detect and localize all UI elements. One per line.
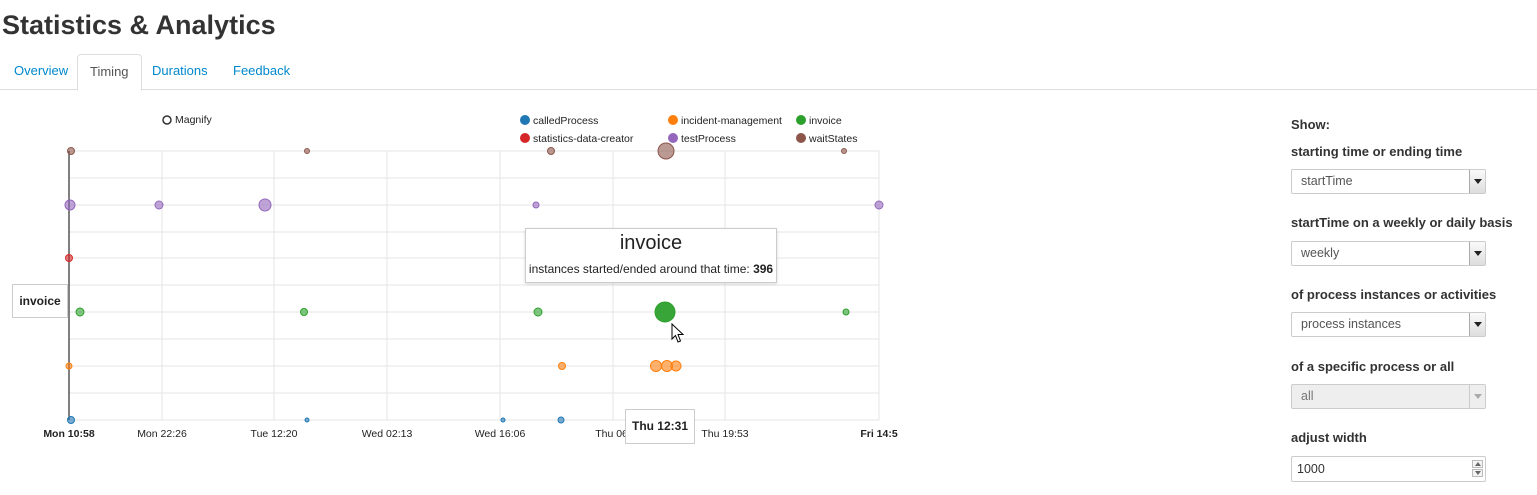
legend-label: calledProcess — [533, 115, 598, 127]
invoice-dot — [75, 307, 85, 317]
chevron-down-icon — [1469, 385, 1485, 408]
waitStates-dot — [657, 142, 675, 160]
calledProcess-dot — [67, 416, 75, 424]
legend-item-waitStates[interactable]: waitStates — [796, 133, 857, 145]
tooltip-count: 396 — [753, 262, 774, 276]
invoice-dot — [842, 308, 850, 316]
waitStates-dot — [67, 147, 75, 155]
mouse-pointer-icon — [671, 323, 685, 343]
tab-overview[interactable]: Overview — [2, 54, 80, 88]
invoice-dot — [654, 301, 676, 323]
width-input[interactable]: 1000 — [1291, 456, 1486, 482]
chevron-down-icon — [1469, 313, 1485, 336]
legend-item-incident-management[interactable]: incident-management — [668, 115, 782, 127]
increment-icon[interactable] — [1472, 460, 1483, 468]
legend-label: statistics-data-creator — [533, 133, 634, 145]
legend-item-invoice[interactable]: invoice — [796, 115, 842, 127]
legend-label: incident-management — [681, 115, 782, 127]
invoice-dot — [300, 308, 308, 316]
invoice-dot — [533, 307, 543, 317]
legend-label: waitStates — [808, 133, 857, 145]
statistics-data-creator-dot — [65, 254, 73, 262]
chart-dots — [64, 142, 884, 424]
x-tick-label: Fri 14:5 — [860, 428, 898, 440]
testProcess-dot — [532, 201, 540, 209]
testProcess-dot — [64, 199, 76, 211]
type-select-value: process instances — [1301, 317, 1402, 331]
x-axis-ticks: Mon 10:58 Mon 22:26 Tue 12:20 Wed 02:13 Wed … — [43, 428, 898, 440]
basis-select[interactable]: weekly — [1291, 241, 1486, 266]
timing-chart: Mon 10:58 Mon 22:26 Tue 12:20 Wed 02:13 Wed … — [43, 114, 898, 440]
tab-timing[interactable]: Timing — [77, 54, 142, 91]
chart-grid — [68, 150, 880, 421]
page-title: Statistics & Analytics — [2, 10, 276, 40]
type-select[interactable]: process instances — [1291, 312, 1486, 337]
chart-tooltip: invoice instances started/ended around t… — [525, 228, 777, 283]
waitStates-dot — [547, 147, 555, 155]
process-label: of a specific process or all — [1291, 359, 1455, 374]
controls-heading: Show: — [1291, 117, 1330, 132]
calledProcess-dot — [500, 417, 506, 423]
process-select-value: all — [1301, 389, 1314, 403]
legend-label: invoice — [809, 115, 842, 127]
tooltip-body: instances started/ended around that time… — [526, 262, 776, 276]
width-label: adjust width — [1291, 430, 1367, 445]
legend-swatch — [668, 133, 678, 143]
x-tick-label: Wed 16:06 — [475, 428, 526, 440]
time-select-value: startTime — [1301, 174, 1353, 188]
testProcess-dot — [258, 198, 272, 212]
calledProcess-dot — [557, 416, 565, 424]
legend-swatch — [796, 133, 806, 143]
legend-swatch — [520, 115, 530, 125]
legend-swatch — [668, 115, 678, 125]
incident-management-dot — [65, 362, 73, 370]
tooltip-title: invoice — [619, 232, 683, 254]
width-stepper[interactable] — [1472, 460, 1483, 478]
legend-item-statistics-data-creator[interactable]: statistics-data-creator — [520, 133, 634, 145]
legend-item-testProcess[interactable]: testProcess — [668, 133, 736, 145]
process-select[interactable]: all — [1291, 384, 1486, 409]
x-tick-label: Wed 02:13 — [362, 428, 413, 440]
hover-x-label: Thu 12:31 — [625, 409, 695, 444]
tab-bar: Overview Timing Durations Feedback — [0, 54, 1537, 91]
x-tick-label: Tue 12:20 — [251, 428, 298, 440]
calledProcess-dot — [304, 417, 310, 423]
legend-swatch — [520, 133, 530, 143]
hover-y-label: invoice — [12, 284, 68, 318]
legend-swatch — [796, 115, 806, 125]
incident-management-dot — [558, 362, 566, 370]
magnify-toggle[interactable]: Magnify — [162, 114, 213, 126]
magnify-icon — [162, 115, 172, 125]
width-input-value: 1000 — [1297, 462, 1325, 476]
chevron-down-icon — [1469, 170, 1485, 193]
incident-management-dot — [650, 360, 662, 372]
decrement-icon[interactable] — [1472, 469, 1483, 477]
type-label: of process instances or activities — [1291, 287, 1497, 302]
testProcess-dot — [874, 200, 884, 210]
magnify-label: Magnify — [175, 114, 213, 126]
waitStates-dot — [841, 148, 847, 154]
chevron-down-icon — [1469, 242, 1485, 265]
time-label: starting time or ending time — [1291, 144, 1463, 159]
time-select[interactable]: startTime — [1291, 169, 1486, 194]
legend-item-calledProcess[interactable]: calledProcess — [520, 115, 598, 127]
basis-select-value: weekly — [1301, 246, 1340, 260]
legend: calledProcess statistics-data-creator inci… — [520, 115, 857, 145]
tab-durations[interactable]: Durations — [140, 54, 220, 88]
x-tick-label: Thu 19:53 — [701, 428, 748, 440]
tab-feedback[interactable]: Feedback — [221, 54, 302, 88]
legend-label: testProcess — [681, 133, 736, 145]
basis-label: startTime on a weekly or daily basis — [1291, 215, 1513, 230]
incident-management-dot — [670, 360, 682, 372]
waitStates-dot — [304, 148, 310, 154]
x-tick-label: Mon 10:58 — [43, 428, 95, 440]
tooltip-text: instances started/ended around that time… — [528, 262, 750, 276]
x-tick-label: Mon 22:26 — [137, 428, 187, 440]
testProcess-dot — [154, 200, 164, 210]
